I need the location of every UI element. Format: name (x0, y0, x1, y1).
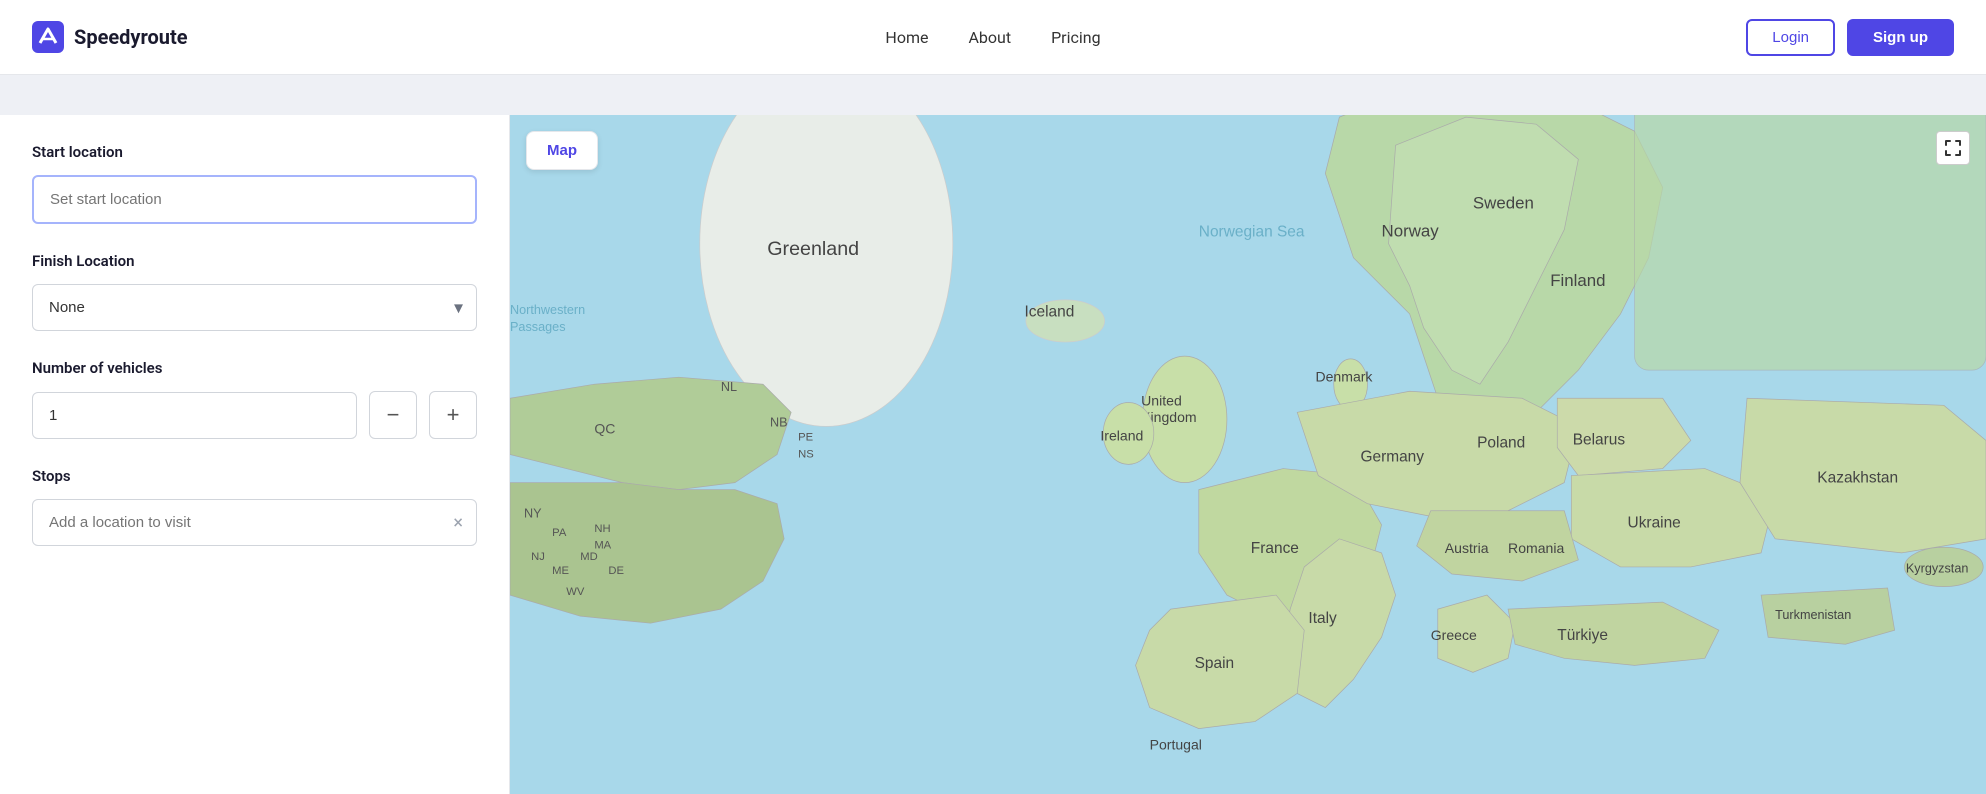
nav-about[interactable]: About (968, 24, 1011, 51)
svg-text:WV: WV (566, 586, 585, 598)
svg-text:Sweden: Sweden (1473, 193, 1534, 212)
svg-text:Denmark: Denmark (1315, 368, 1373, 384)
svg-text:Italy: Italy (1308, 610, 1337, 627)
vehicles-label: Number of vehicles (32, 359, 477, 377)
svg-text:PA: PA (552, 527, 567, 539)
svg-text:MA: MA (594, 540, 611, 552)
svg-text:Poland: Poland (1477, 434, 1525, 451)
svg-text:Kyrgyzstan: Kyrgyzstan (1906, 562, 1969, 576)
svg-text:NY: NY (524, 507, 542, 521)
subheader-bar (0, 75, 1986, 115)
svg-text:Ukraine: Ukraine (1628, 515, 1681, 532)
start-location-section: Start location (32, 143, 477, 224)
svg-text:ME: ME (552, 565, 569, 577)
svg-text:Romania: Romania (1508, 540, 1564, 556)
main-nav: Home About Pricing (885, 24, 1100, 51)
header: Speedyroute Home About Pricing Login Sig… (0, 0, 1986, 75)
svg-text:PE: PE (798, 431, 813, 443)
signup-button[interactable]: Sign up (1847, 19, 1954, 56)
vehicles-input[interactable] (32, 392, 357, 439)
finish-location-select[interactable]: None Same as start Custom (32, 284, 477, 331)
svg-text:NS: NS (798, 448, 814, 460)
vehicles-increment-button[interactable]: + (429, 391, 477, 439)
fullscreen-icon (1944, 139, 1962, 157)
svg-text:NB: NB (770, 415, 788, 429)
svg-text:MD: MD (580, 551, 597, 563)
svg-text:Passages: Passages (510, 320, 566, 334)
login-button[interactable]: Login (1746, 19, 1835, 56)
svg-text:Portugal: Portugal (1150, 737, 1202, 753)
logo-icon (32, 21, 64, 53)
svg-text:Germany: Germany (1360, 449, 1424, 466)
map-svg: Barents Sea Kara Sea Norwegian Sea Labra… (510, 115, 1986, 794)
svg-text:NL: NL (721, 380, 737, 394)
stops-input-wrapper: × (32, 499, 477, 546)
left-panel: Start location Finish Location None Same… (0, 115, 510, 794)
svg-text:Greece: Greece (1431, 627, 1477, 643)
header-actions: Login Sign up (1746, 19, 1954, 56)
vehicles-section: Number of vehicles − + (32, 359, 477, 439)
map-area: Barents Sea Kara Sea Norwegian Sea Labra… (510, 115, 1986, 794)
logo-text: Speedyroute (74, 25, 188, 49)
main-content: Start location Finish Location None Same… (0, 115, 1986, 794)
svg-text:Northwestern: Northwestern (510, 303, 585, 317)
svg-text:NH: NH (594, 523, 610, 535)
logo[interactable]: Speedyroute (32, 21, 188, 53)
svg-text:DE: DE (608, 565, 624, 577)
start-location-input[interactable] (32, 175, 477, 224)
svg-text:NJ: NJ (531, 551, 545, 563)
svg-text:Greenland: Greenland (767, 238, 859, 260)
map-fullscreen-button[interactable] (1936, 131, 1970, 165)
vehicles-row: − + (32, 391, 477, 439)
svg-text:Iceland: Iceland (1024, 304, 1074, 321)
nav-pricing[interactable]: Pricing (1051, 24, 1101, 51)
stops-label: Stops (32, 467, 477, 485)
svg-text:Belarus: Belarus (1573, 432, 1626, 449)
stops-section: Stops × (32, 467, 477, 546)
svg-text:Norway: Norway (1382, 222, 1440, 241)
svg-text:Austria: Austria (1445, 540, 1489, 556)
vehicles-decrement-button[interactable]: − (369, 391, 417, 439)
svg-text:France: France (1251, 540, 1299, 557)
stops-input[interactable] (32, 499, 477, 546)
finish-location-label: Finish Location (32, 252, 477, 270)
stops-clear-icon[interactable]: × (453, 512, 463, 533)
nav-home[interactable]: Home (885, 24, 928, 51)
svg-text:Türkiye: Türkiye (1557, 627, 1608, 644)
finish-location-section: Finish Location None Same as start Custo… (32, 252, 477, 331)
svg-text:Spain: Spain (1195, 655, 1235, 672)
svg-text:Kazakhstan: Kazakhstan (1817, 470, 1898, 487)
svg-text:QC: QC (594, 420, 615, 436)
svg-text:Turkmenistan: Turkmenistan (1775, 608, 1851, 622)
start-location-label: Start location (32, 143, 477, 161)
svg-text:Finland: Finland (1550, 271, 1605, 290)
finish-select-wrapper: None Same as start Custom ▾ (32, 284, 477, 331)
svg-text:Norwegian Sea: Norwegian Sea (1199, 224, 1305, 241)
map-view-button[interactable]: Map (526, 131, 598, 170)
map-container: Barents Sea Kara Sea Norwegian Sea Labra… (510, 115, 1986, 794)
svg-text:Ireland: Ireland (1100, 427, 1143, 443)
svg-text:United: United (1141, 392, 1182, 408)
